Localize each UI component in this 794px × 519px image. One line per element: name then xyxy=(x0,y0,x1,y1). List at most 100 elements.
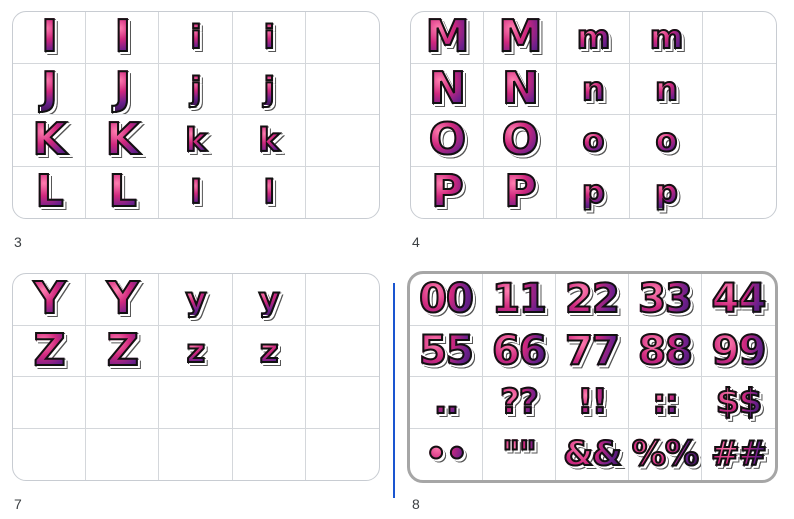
grid-cell xyxy=(305,377,379,429)
grid-cell xyxy=(306,167,379,219)
grid-cell: 33 xyxy=(629,274,702,326)
glyph: z xyxy=(186,331,207,370)
glyph: M xyxy=(425,12,471,63)
glyph: && xyxy=(562,434,622,475)
glyph: I xyxy=(114,12,132,63)
grid-cell: O xyxy=(411,115,484,167)
grid-cell: Y xyxy=(86,274,160,326)
grid-cell xyxy=(703,115,776,167)
grid-cell xyxy=(86,428,160,480)
glyph: .. xyxy=(433,382,460,423)
grid-cell xyxy=(703,64,776,115)
grid-cell xyxy=(305,12,379,64)
grid-cell xyxy=(703,167,776,219)
grid-cell: $$ xyxy=(702,377,775,429)
grid-cell: p xyxy=(557,166,630,218)
glyph: O xyxy=(501,115,540,166)
grid-cell: ## xyxy=(702,429,775,481)
glyph: p xyxy=(654,173,679,212)
glyph: 00 xyxy=(418,276,475,323)
glyph: O xyxy=(428,115,467,166)
grid-cell xyxy=(233,428,306,480)
grid-cell xyxy=(13,428,87,480)
grid-cell: ?? xyxy=(483,377,556,429)
insertion-indicator xyxy=(393,283,395,498)
slide-thumbnail-4[interactable]: M M m m N N n n O O o o P P p p xyxy=(410,11,777,219)
grid-cell: z xyxy=(159,325,233,377)
grid-cell: K xyxy=(86,115,160,167)
grid-cell xyxy=(703,12,776,64)
glyph: Z xyxy=(33,325,67,376)
grid-cell: && xyxy=(556,428,629,480)
grid-cell xyxy=(305,274,379,326)
slide-number: 4 xyxy=(412,234,420,250)
grid-cell: P xyxy=(484,166,557,218)
glyph: l xyxy=(190,173,203,212)
grid-cell: N xyxy=(411,63,484,115)
grid-cell: k xyxy=(159,115,233,167)
glyph: "" xyxy=(501,434,537,475)
grid-cell: :: xyxy=(629,377,702,429)
glyph: !! xyxy=(576,382,608,423)
grid-cell: I xyxy=(86,12,160,64)
grid-cell: 44 xyxy=(702,274,775,326)
grid-cell: n xyxy=(557,63,630,115)
glyph: i xyxy=(263,18,276,57)
slide-thumbnail-7[interactable]: Y Y y y Z Z z z xyxy=(12,273,380,481)
glyph: 33 xyxy=(637,276,694,323)
grid-cell: "" xyxy=(483,428,556,480)
grid-cell: J xyxy=(86,63,160,115)
glyph: I xyxy=(40,12,58,63)
glyph: 44 xyxy=(711,276,768,323)
grid-cell: l xyxy=(233,166,306,218)
glyph: Y xyxy=(33,274,67,325)
grid-cell xyxy=(305,115,379,167)
slide-number: 3 xyxy=(14,234,22,250)
grid-cell xyxy=(305,64,379,115)
glyph: z xyxy=(259,331,280,370)
slide-thumbnail-3[interactable]: I I i i J J j j K K k k L L l l xyxy=(12,11,380,219)
number-symbol-grid: 00 11 22 33 44 55 66 77 88 99 .. ?? !! :… xyxy=(410,274,775,480)
letter-grid: I I i i J J j j K K k k L L l l xyxy=(13,12,379,218)
grid-cell: o xyxy=(630,115,703,167)
grid-cell: Z xyxy=(86,325,160,377)
grid-cell: 22 xyxy=(556,274,629,326)
glyph: P xyxy=(503,166,537,218)
glyph: p xyxy=(581,173,606,212)
grid-cell xyxy=(306,429,379,481)
slide-thumbnail-8[interactable]: 00 11 22 33 44 55 66 77 88 99 .. ?? !! :… xyxy=(407,271,778,483)
glyph: 22 xyxy=(564,276,621,323)
glyph: m xyxy=(649,18,684,57)
grid-cell: 00 xyxy=(410,274,483,326)
grid-cell: m xyxy=(557,12,630,64)
grid-cell: N xyxy=(484,63,557,115)
glyph: $$ xyxy=(715,382,763,423)
grid-cell xyxy=(159,377,233,429)
grid-cell: I xyxy=(13,12,87,64)
grid-cell: M xyxy=(411,12,484,64)
grid-cell: j xyxy=(232,63,306,115)
glyph: 99 xyxy=(711,327,768,374)
grid-cell: O xyxy=(484,115,557,167)
grid-cell: 55 xyxy=(410,325,483,377)
glyph: :: xyxy=(651,382,679,423)
glyph: %% xyxy=(631,434,700,475)
grid-cell: 77 xyxy=(556,325,629,377)
glyph: k xyxy=(184,121,207,160)
slide-number: 7 xyxy=(14,496,22,512)
slide-number: 8 xyxy=(412,496,420,512)
grid-cell: y xyxy=(232,274,306,326)
glyph: ## xyxy=(710,434,768,475)
grid-cell: J xyxy=(13,63,87,115)
grid-cell: o xyxy=(557,115,630,167)
glyph: •• xyxy=(424,434,469,475)
glyph: N xyxy=(428,63,467,114)
grid-cell: M xyxy=(484,12,557,64)
grid-cell: Y xyxy=(13,274,87,326)
grid-cell xyxy=(232,377,306,429)
grid-cell: j xyxy=(159,63,233,115)
grid-cell xyxy=(13,377,87,429)
grid-cell: 88 xyxy=(629,325,702,377)
grid-cell: i xyxy=(159,12,233,64)
glyph: K xyxy=(32,115,68,166)
